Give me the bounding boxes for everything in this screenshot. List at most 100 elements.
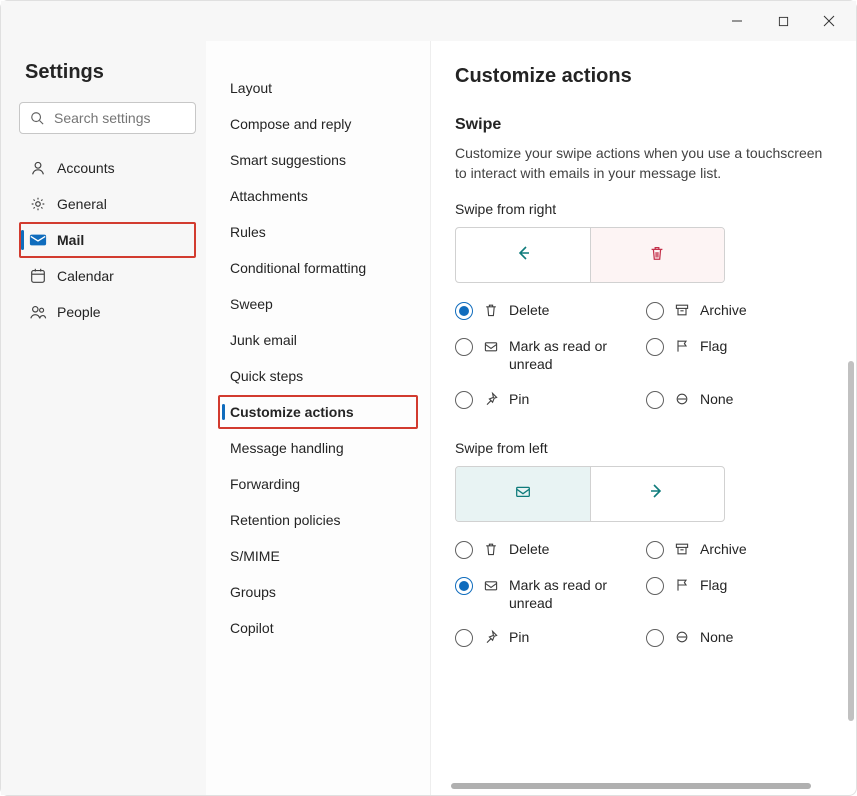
search-icon [30, 111, 44, 125]
mid-item-message-handling[interactable]: Message handling [218, 431, 418, 465]
arrow-left-icon [513, 243, 533, 268]
page-title: Customize actions [455, 65, 834, 88]
envelope-icon [514, 482, 532, 505]
nav-label: General [57, 196, 107, 212]
swipe-left-label: Swipe from left [455, 440, 834, 456]
person-icon [29, 159, 47, 177]
radio-unselected [646, 629, 664, 647]
settings-title: Settings [25, 61, 196, 84]
flag-icon [674, 577, 690, 596]
search-settings-box[interactable] [19, 102, 196, 134]
radio-unselected [455, 541, 473, 559]
nav-general[interactable]: General [19, 186, 196, 222]
radio-label: Mark as read or unread [509, 337, 619, 373]
mid-item-copilot[interactable]: Copilot [218, 611, 418, 645]
nav-label: Calendar [57, 268, 114, 284]
mid-item-customize-actions[interactable]: Customize actions [218, 395, 418, 429]
radio-left-none[interactable]: None [646, 628, 825, 648]
mid-item-rules[interactable]: Rules [218, 215, 418, 249]
nav-label: Mail [57, 232, 84, 248]
radio-label: Archive [700, 540, 747, 558]
mid-item-sweep[interactable]: Sweep [218, 287, 418, 321]
swipe-heading: Swipe [455, 116, 834, 134]
radio-right-flag[interactable]: Flag [646, 337, 825, 373]
gear-icon [29, 195, 47, 213]
swipe-description: Customize your swipe actions when you us… [455, 144, 834, 183]
swipe-right-action-preview [590, 228, 725, 282]
radio-label: Flag [700, 337, 727, 355]
nav-people[interactable]: People [19, 294, 196, 330]
archive-icon [674, 541, 690, 560]
flag-icon [674, 338, 690, 357]
radio-right-mark[interactable]: Mark as read or unread [455, 337, 634, 373]
mid-item-retention[interactable]: Retention policies [218, 503, 418, 537]
radio-unselected [646, 302, 664, 320]
radio-unselected [646, 391, 664, 409]
pin-icon [483, 629, 499, 648]
horizontal-scrollbar[interactable] [451, 783, 811, 789]
swipe-right-label: Swipe from right [455, 201, 834, 217]
swipe-left-preview [455, 466, 725, 522]
mid-item-conditional[interactable]: Conditional formatting [218, 251, 418, 285]
mid-item-smart[interactable]: Smart suggestions [218, 143, 418, 177]
window-titlebar [1, 1, 856, 41]
nav-label: Accounts [57, 160, 115, 176]
swipe-right-arrow-preview [456, 228, 590, 282]
radio-label: Pin [509, 628, 529, 646]
mid-item-forwarding[interactable]: Forwarding [218, 467, 418, 501]
radio-unselected [646, 577, 664, 595]
nav-accounts[interactable]: Accounts [19, 150, 196, 186]
people-icon [29, 303, 47, 321]
radio-selected [455, 302, 473, 320]
mid-item-groups[interactable]: Groups [218, 575, 418, 609]
archive-icon [674, 302, 690, 321]
maximize-button[interactable] [760, 5, 806, 37]
radio-unselected [455, 629, 473, 647]
radio-right-archive[interactable]: Archive [646, 301, 825, 321]
swipe-right-options: Delete Archive Mark as read or unread Fl… [455, 301, 825, 409]
radio-unselected [455, 338, 473, 356]
radio-label: Flag [700, 576, 727, 594]
radio-unselected [455, 391, 473, 409]
radio-unselected [646, 338, 664, 356]
swipe-right-preview [455, 227, 725, 283]
delete-icon [483, 541, 499, 560]
minimize-button[interactable] [714, 5, 760, 37]
radio-label: Delete [509, 540, 549, 558]
radio-right-delete[interactable]: Delete [455, 301, 634, 321]
nav-calendar[interactable]: Calendar [19, 258, 196, 294]
close-button[interactable] [806, 5, 852, 37]
envelope-icon [483, 577, 499, 596]
mail-settings-list: Layout Compose and reply Smart suggestio… [206, 41, 431, 795]
radio-left-mark[interactable]: Mark as read or unread [455, 576, 634, 612]
settings-sidebar: Settings Accounts General Mail [1, 41, 206, 795]
radio-unselected [646, 541, 664, 559]
settings-content: Customize actions Swipe Customize your s… [431, 41, 856, 795]
radio-label: Pin [509, 390, 529, 408]
nav-mail[interactable]: Mail [19, 222, 196, 258]
none-icon [674, 391, 690, 410]
mid-item-attachments[interactable]: Attachments [218, 179, 418, 213]
radio-label: Archive [700, 301, 747, 319]
radio-right-pin[interactable]: Pin [455, 390, 634, 410]
radio-label: Delete [509, 301, 549, 319]
radio-left-flag[interactable]: Flag [646, 576, 825, 612]
radio-left-archive[interactable]: Archive [646, 540, 825, 560]
calendar-icon [29, 267, 47, 285]
mail-icon [29, 231, 47, 249]
mid-item-smime[interactable]: S/MIME [218, 539, 418, 573]
mid-item-layout[interactable]: Layout [218, 71, 418, 105]
radio-right-none[interactable]: None [646, 390, 825, 410]
radio-label: None [700, 390, 733, 408]
radio-left-delete[interactable]: Delete [455, 540, 634, 560]
swipe-left-arrow-preview [590, 467, 725, 521]
mid-item-quicksteps[interactable]: Quick steps [218, 359, 418, 393]
delete-icon [483, 302, 499, 321]
radio-label: Mark as read or unread [509, 576, 619, 612]
mid-item-junk[interactable]: Junk email [218, 323, 418, 357]
mid-item-compose[interactable]: Compose and reply [218, 107, 418, 141]
vertical-scrollbar[interactable] [848, 361, 854, 721]
envelope-icon [483, 338, 499, 357]
swipe-left-action-preview [456, 467, 590, 521]
radio-left-pin[interactable]: Pin [455, 628, 634, 648]
